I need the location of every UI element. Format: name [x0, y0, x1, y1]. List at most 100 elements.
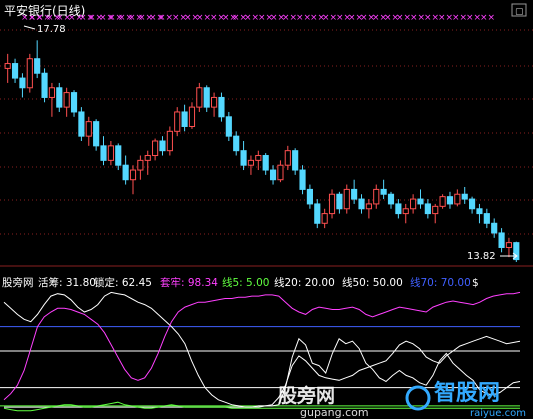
legend-label: 股旁网 — [2, 276, 34, 289]
stock-chart: ××××××××××××××××××××××××××××××××××××××××… — [0, 0, 533, 419]
candle-body — [85, 121, 92, 137]
legend-label: 线50: 50.00 — [342, 276, 403, 289]
signal-markers: ××××××××××××××××××××××××××××××××××××××××… — [21, 13, 495, 23]
svg-text:▢: ▢ — [515, 7, 524, 17]
candle-body — [476, 208, 483, 215]
candle-body — [93, 121, 100, 147]
candle-body — [11, 63, 19, 79]
candle-body — [424, 203, 431, 215]
candle-body — [129, 169, 137, 181]
candle — [41, 68, 48, 103]
candle-body — [284, 150, 291, 166]
candle-body — [41, 72, 48, 98]
marker-x: ×× — [396, 13, 411, 23]
marker-x: ×× — [452, 13, 467, 23]
candle-body — [218, 96, 225, 118]
legend-label: 线5: 5.00 — [222, 276, 269, 289]
candle-body — [174, 111, 181, 132]
candle-body — [328, 193, 336, 215]
candle-body — [446, 196, 454, 205]
candle-body — [203, 87, 210, 108]
candle-body — [26, 58, 33, 89]
candle — [513, 241, 520, 262]
candle — [93, 119, 100, 151]
candle — [26, 53, 33, 93]
candle-body — [4, 63, 11, 69]
candle-body — [483, 213, 490, 224]
candle-body — [247, 159, 255, 166]
candle-body — [321, 213, 328, 224]
candle-body — [395, 203, 402, 215]
candle-body — [277, 164, 284, 181]
candle-body — [454, 193, 461, 205]
candle — [225, 111, 232, 141]
candle — [166, 126, 173, 156]
legend-label: 线70: 70.00 — [410, 276, 471, 289]
marker-x: ×× — [158, 13, 173, 23]
candle-body — [351, 188, 358, 200]
candle-body — [365, 203, 372, 210]
candle — [343, 184, 350, 214]
candle-body — [137, 159, 144, 171]
candle-body — [196, 87, 203, 108]
logo-text: 智股网 — [434, 380, 500, 406]
candle-body — [336, 193, 343, 210]
candle-body — [225, 116, 232, 137]
candle-body — [159, 140, 166, 152]
candle — [314, 199, 321, 229]
candle-body — [269, 169, 277, 181]
candle-body — [343, 188, 350, 210]
candle — [78, 107, 85, 141]
legend-label: 锁定: 62.45 — [94, 276, 152, 289]
legend-label: $ — [472, 277, 479, 289]
candle-body — [432, 205, 439, 215]
candle — [56, 82, 63, 112]
candle — [218, 92, 225, 122]
marker-x: ×× — [424, 13, 439, 23]
max-price-label: 17.78 — [37, 24, 66, 35]
candle-body — [461, 193, 468, 200]
chart-title: 平安银行(日线) — [4, 3, 85, 18]
candle-body — [306, 188, 313, 205]
candle-body — [100, 145, 107, 161]
candle-body — [233, 135, 240, 152]
marker-x: ×× — [410, 13, 425, 23]
candle — [439, 194, 446, 209]
candle-body — [56, 87, 63, 108]
candle-body — [373, 188, 380, 205]
candle-body — [63, 92, 70, 108]
candle-body — [70, 92, 78, 113]
candle-body — [107, 145, 114, 161]
candle-body — [34, 58, 41, 74]
candle-body — [491, 222, 498, 234]
candle-body — [292, 150, 299, 171]
candle-body — [255, 155, 262, 161]
candle-body — [188, 106, 196, 127]
watermark-domain: gupang.com — [300, 406, 369, 419]
marker-x: ×× — [322, 13, 337, 23]
candle-body — [48, 87, 55, 98]
min-price-label: 13.82 — [467, 251, 496, 262]
candle-body — [19, 77, 26, 89]
candle-body — [314, 203, 321, 224]
candle-body — [417, 198, 424, 205]
candle-body — [380, 188, 387, 195]
candle-body — [410, 198, 417, 210]
candle-body — [166, 130, 173, 152]
legend-label: 活筹: 31.80 — [38, 276, 96, 289]
marker-x: ×× — [466, 13, 481, 23]
candle-body — [122, 164, 129, 181]
marker-x: ×× — [244, 13, 259, 23]
candle — [174, 107, 181, 137]
candle-body — [299, 169, 306, 190]
marker-x: ×× — [296, 13, 311, 23]
candle — [299, 165, 306, 195]
candle-body — [358, 198, 365, 210]
candle-body — [439, 196, 446, 207]
candle-body — [240, 150, 247, 166]
legend-label: 线20: 20.00 — [274, 276, 335, 289]
candle-body — [387, 193, 395, 205]
candle-body — [469, 198, 476, 210]
marker-x: ×× — [282, 13, 297, 23]
candle-body — [152, 140, 159, 157]
